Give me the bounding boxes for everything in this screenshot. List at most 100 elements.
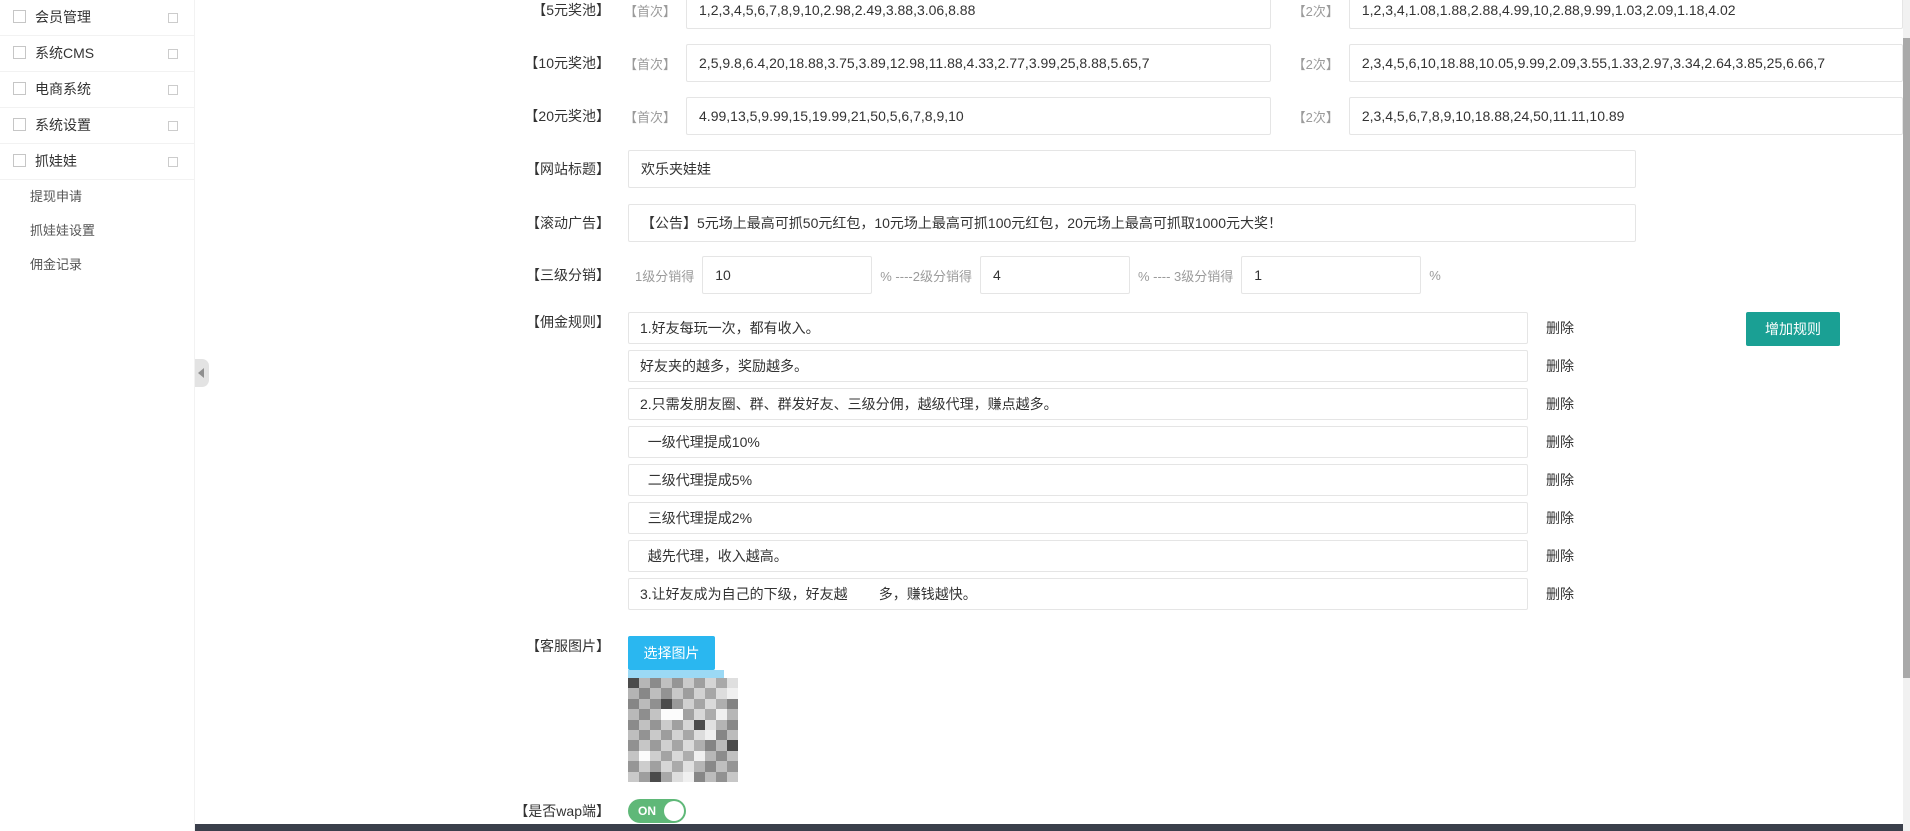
- site-title-input[interactable]: [628, 150, 1636, 188]
- settings-form: 【5元奖池】 【首次】 【2次】 【10元奖池】 【首次】 【2次】 【20元奖…: [195, 0, 1903, 831]
- rule-row: 删除: [628, 312, 1574, 344]
- distribution-row: 【三级分销】 1级分销得 % ----2级分销得 % ---- 3级分销得 %: [195, 256, 1903, 294]
- level1-percent-input[interactable]: [702, 256, 873, 294]
- menu-placeholder-icon: [13, 46, 26, 60]
- sidebar-item-label: 系统设置: [35, 117, 91, 133]
- first-time-tag: 【首次】: [624, 3, 677, 19]
- rule-input[interactable]: [628, 540, 1528, 572]
- sidebar-item-cms[interactable]: 系统CMS: [0, 36, 194, 72]
- menu-placeholder-icon: [13, 10, 26, 24]
- rule-row: 删除: [628, 578, 1574, 610]
- rules-list: 删除 删除 删除 删除 删除: [628, 312, 1840, 616]
- scrollbar-thumb[interactable]: [1903, 38, 1910, 678]
- add-rule-button[interactable]: 增加规则: [1746, 312, 1840, 346]
- customer-image-field: 选择图片: [628, 636, 738, 782]
- rule-input[interactable]: [628, 426, 1528, 458]
- sidebar-item-claw-machine[interactable]: 抓娃娃: [0, 144, 194, 180]
- pool-20-first-input[interactable]: [686, 97, 1271, 135]
- rule-row: 删除: [628, 388, 1574, 420]
- field-label: 【客服图片】: [526, 638, 610, 654]
- first-time-tag: 【首次】: [624, 56, 677, 72]
- field-label: 【20元奖池】: [524, 108, 610, 124]
- expand-placeholder-icon: [168, 13, 178, 23]
- level3-percent-input[interactable]: [1241, 256, 1422, 294]
- menu-placeholder-icon: [13, 82, 26, 96]
- sidebar-subitem-withdrawal-request[interactable]: 提现申请: [0, 180, 194, 214]
- level1-prefix-label: 1级分销得: [635, 268, 695, 284]
- delete-rule-link[interactable]: 删除: [1546, 508, 1574, 528]
- rule-input[interactable]: [628, 312, 1528, 344]
- sidebar-item-label: 会员管理: [35, 9, 91, 25]
- pool-row-20yuan: 【20元奖池】 【首次】 【2次】: [195, 97, 1903, 135]
- rule-input[interactable]: [628, 502, 1528, 534]
- pool-10-first-input[interactable]: [686, 44, 1271, 82]
- rule-row: 删除: [628, 426, 1574, 458]
- vertical-scrollbar[interactable]: [1903, 0, 1910, 831]
- toggle-knob-icon: [664, 801, 684, 821]
- field-label: 【滚动广告】: [526, 215, 610, 231]
- expand-placeholder-icon: [168, 49, 178, 59]
- rule-input[interactable]: [628, 464, 1528, 496]
- rule-row: 删除: [628, 540, 1574, 572]
- level2-prefix-label: % ----2级分销得: [880, 268, 972, 284]
- rule-row: 删除: [628, 464, 1574, 496]
- pick-image-button[interactable]: 选择图片: [628, 636, 715, 670]
- field-label: 【网站标题】: [526, 161, 610, 177]
- delete-rule-link[interactable]: 删除: [1546, 356, 1574, 376]
- pool-5-first-input[interactable]: [686, 0, 1271, 29]
- rule-input[interactable]: [628, 350, 1528, 382]
- field-label: 【佣金规则】: [526, 314, 610, 330]
- menu-placeholder-icon: [13, 118, 26, 132]
- sidebar-item-label: 抓娃娃: [35, 153, 77, 169]
- commission-rules-row: 【佣金规则】 删除 删除 删除 删除: [195, 312, 1903, 616]
- level2-percent-input[interactable]: [979, 256, 1130, 294]
- pool-20-second-input[interactable]: [1348, 97, 1903, 135]
- field-label: 【是否wap端】: [514, 803, 610, 819]
- level3-prefix-label: % ---- 3级分销得: [1137, 268, 1234, 284]
- pool-5-second-input[interactable]: [1348, 0, 1903, 29]
- delete-rule-link[interactable]: 删除: [1546, 546, 1574, 566]
- sidebar-subitem-label: 抓娃娃设置: [30, 223, 96, 238]
- second-time-tag: 【2次】: [1292, 56, 1339, 72]
- rule-row: 删除: [628, 350, 1574, 382]
- sidebar-subitem-claw-settings[interactable]: 抓娃娃设置: [0, 214, 194, 248]
- pool-row-5yuan: 【5元奖池】 【首次】 【2次】: [195, 0, 1903, 29]
- bottom-bar: [195, 824, 1910, 831]
- sidebar-subitem-label: 提现申请: [30, 189, 83, 204]
- marquee-ad-row: 【滚动广告】: [195, 204, 1903, 242]
- field-label: 【5元奖池】: [532, 2, 610, 18]
- expand-placeholder-icon: [168, 85, 178, 95]
- sidebar-subitem-label: 佣金记录: [30, 257, 83, 272]
- sidebar-item-label: 电商系统: [35, 81, 91, 97]
- wap-toggle-switch[interactable]: ON: [628, 799, 686, 823]
- wap-toggle-row: 【是否wap端】 ON: [195, 799, 1903, 823]
- pool-row-10yuan: 【10元奖池】 【首次】 【2次】: [195, 44, 1903, 82]
- pool-10-second-input[interactable]: [1348, 44, 1903, 82]
- expand-placeholder-icon: [168, 121, 178, 131]
- rule-input[interactable]: [628, 388, 1528, 420]
- customer-image-row: 【客服图片】 选择图片: [195, 636, 1903, 782]
- expand-placeholder-icon: [168, 157, 178, 167]
- marquee-ad-input[interactable]: [628, 204, 1636, 242]
- delete-rule-link[interactable]: 删除: [1546, 432, 1574, 452]
- delete-rule-link[interactable]: 删除: [1546, 394, 1574, 414]
- sidebar-item-system-settings[interactable]: 系统设置: [0, 108, 194, 144]
- rule-row: 删除: [628, 502, 1574, 534]
- sidebar-subitem-commission-records[interactable]: 佣金记录: [0, 248, 194, 282]
- sidebar: 会员管理 系统CMS 电商系统 系统设置 抓娃娃 提现申请 抓娃娃设置 佣金记录: [0, 0, 195, 831]
- rule-input[interactable]: [628, 578, 1528, 610]
- delete-rule-link[interactable]: 删除: [1546, 470, 1574, 490]
- sidebar-item-ecommerce[interactable]: 电商系统: [0, 72, 194, 108]
- sidebar-item-members[interactable]: 会员管理: [0, 0, 194, 36]
- menu-placeholder-icon: [13, 154, 26, 168]
- sidebar-item-label: 系统CMS: [35, 45, 95, 61]
- customer-service-image: [628, 678, 738, 782]
- upload-input-strip: [628, 670, 724, 678]
- delete-rule-link[interactable]: 删除: [1546, 318, 1574, 338]
- second-time-tag: 【2次】: [1292, 109, 1339, 125]
- field-label: 【10元奖池】: [524, 55, 610, 71]
- second-time-tag: 【2次】: [1292, 3, 1339, 19]
- admin-settings-page: 会员管理 系统CMS 电商系统 系统设置 抓娃娃 提现申请 抓娃娃设置 佣金记录: [0, 0, 1910, 831]
- percent-suffix-label: %: [1429, 267, 1441, 283]
- delete-rule-link[interactable]: 删除: [1546, 584, 1574, 604]
